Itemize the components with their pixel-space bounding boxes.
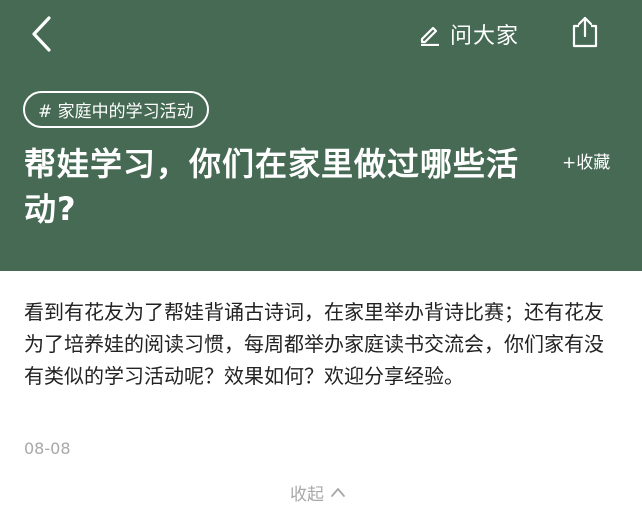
- collapse-label: 收起: [290, 484, 324, 505]
- post-date: 08-08: [24, 439, 71, 458]
- question-title: 帮娃学习，你们在家里做过哪些活动?: [24, 145, 520, 228]
- ask-everyone-button[interactable]: 问大家: [418, 16, 519, 52]
- chevron-up-icon: [331, 488, 345, 497]
- share-button[interactable]: [568, 12, 602, 52]
- question-body: 看到有花友为了帮娃背诵古诗词，在家里举办背诗比赛；还有花友为了培养娃的阅读习惯，…: [24, 300, 604, 388]
- back-button[interactable]: [22, 12, 62, 56]
- collect-button[interactable]: +收藏: [562, 148, 610, 173]
- ask-everyone-label: 问大家: [450, 24, 520, 49]
- collapse-button[interactable]: 收起: [290, 479, 346, 505]
- chevron-left-icon: [32, 16, 51, 52]
- pencil-icon: [420, 26, 439, 46]
- topic-tag[interactable]: # 家庭中的学习活动: [23, 91, 209, 128]
- question-header: 问大家 # 家庭中的学习活动 帮娃学习，你们在家里做过哪些活动? +收藏: [0, 0, 642, 271]
- share-icon: [572, 16, 598, 48]
